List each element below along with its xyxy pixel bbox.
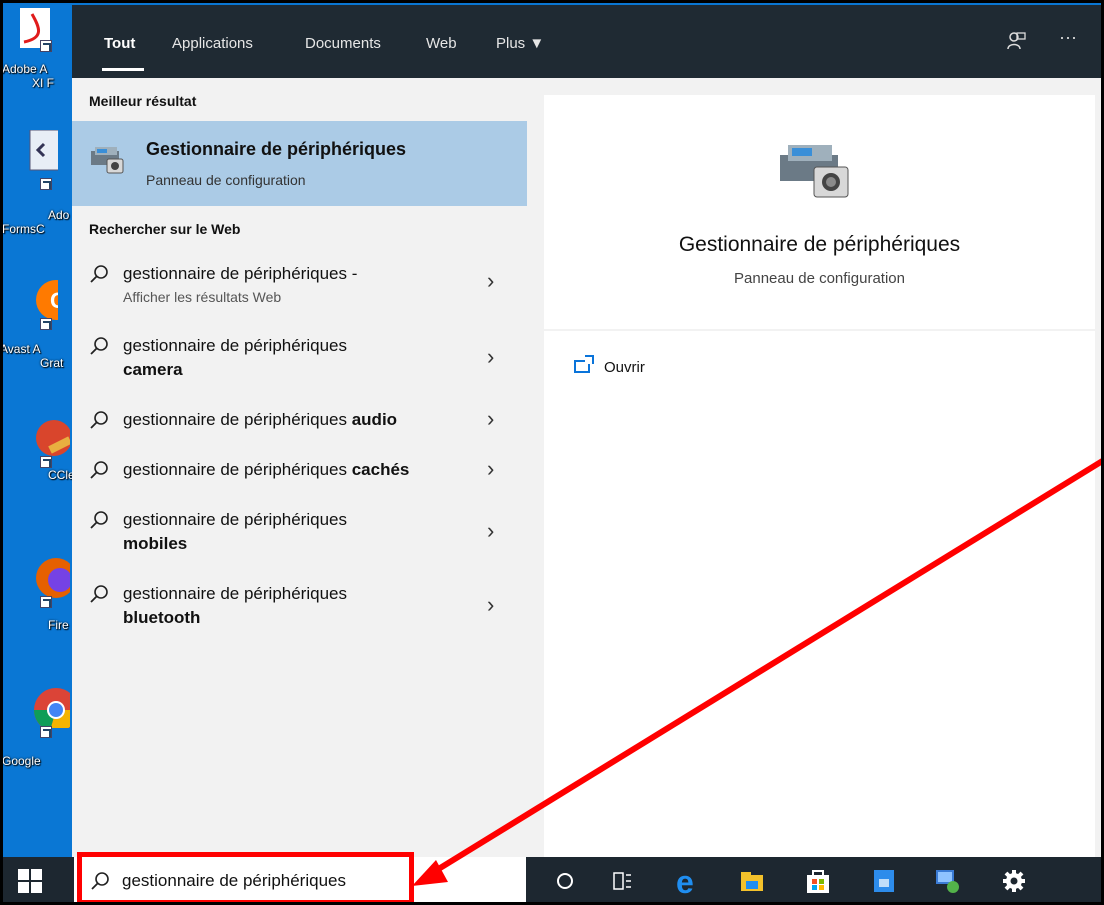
edge-icon[interactable]: e [674, 864, 702, 900]
avast-shortcut[interactable]: C Avast A Grat [0, 278, 76, 370]
adobe-forms-shortcut[interactable]: Ado FormsC [2, 129, 72, 236]
best-match-subtitle: Panneau de configuration [146, 172, 306, 188]
more-options-icon[interactable]: ··· [1059, 27, 1077, 48]
search-icon [89, 264, 109, 284]
preview-title: Gestionnaire de périphériques [678, 233, 961, 256]
open-icon [574, 355, 594, 373]
chevron-right-icon: › [487, 518, 495, 543]
tab-web[interactable]: Web [426, 35, 457, 52]
task-view-icon[interactable] [608, 867, 636, 895]
svg-text:C: C [50, 288, 58, 313]
search-icon [89, 336, 109, 356]
firefox-icon [10, 550, 76, 598]
web-result-text: gestionnaire de périphériques - [123, 264, 358, 283]
preview-subtitle: Panneau de configuration [734, 270, 905, 287]
results-list: Meilleur résultat Gestionnaire de périph… [72, 78, 527, 857]
taskbar-search-box[interactable] [74, 857, 526, 905]
web-result-bold-term: cachés [351, 460, 410, 479]
search-icon [89, 410, 109, 430]
shortcut-label: Avast A [0, 342, 41, 356]
network-app-icon[interactable] [933, 867, 961, 895]
settings-icon[interactable] [1000, 867, 1028, 895]
shortcut-label: Adobe A [2, 62, 48, 76]
shortcut-arrow-icon [40, 318, 52, 330]
web-search-header: Rechercher sur le Web [89, 221, 241, 237]
tab-more[interactable]: Plus ▼ [496, 35, 544, 52]
shortcut-label: Google [2, 754, 41, 768]
adobe-forms-icon [10, 129, 61, 178]
search-icon [89, 584, 109, 604]
svg-text:e: e [676, 867, 694, 895]
chrome-shortcut[interactable]: Google [2, 680, 78, 768]
search-icon [89, 460, 109, 480]
actions-card: Ouvrir [544, 331, 1095, 857]
chevron-right-icon: › [487, 592, 495, 617]
active-tab-indicator [102, 68, 144, 71]
open-action[interactable]: Ouvrir [574, 355, 645, 376]
shortcut-label: FormsC [2, 222, 45, 236]
store-icon[interactable] [804, 867, 832, 895]
web-result-bold-term: camera [123, 360, 183, 379]
search-icon [90, 871, 110, 891]
best-match-header: Meilleur résultat [89, 93, 197, 109]
chevron-right-icon: › [487, 268, 495, 293]
search-input[interactable] [122, 867, 502, 895]
shortcut-arrow-icon [40, 596, 52, 608]
chevron-right-icon: › [487, 406, 495, 431]
shortcut-arrow-icon [40, 726, 52, 738]
web-result-text: gestionnaire de périphériques [123, 584, 347, 603]
cortana-icon[interactable] [551, 867, 579, 895]
app-icon[interactable] [870, 867, 898, 895]
firefox-shortcut[interactable]: Fire [10, 550, 76, 632]
search-icon [89, 510, 109, 530]
chrome-icon [10, 680, 78, 732]
open-label: Ouvrir [604, 359, 645, 376]
web-result-text: gestionnaire de périphériques [123, 336, 347, 355]
ccleaner-shortcut[interactable]: CCle [10, 410, 75, 482]
adobe-reader-shortcut[interactable]: Adobe A XI F [2, 8, 72, 90]
taskbar: e [0, 857, 1104, 905]
best-match-result[interactable]: Gestionnaire de périphériques Panneau de… [72, 121, 527, 206]
shortcut-arrow-icon [40, 178, 52, 190]
web-result-subtext: Afficher les résultats Web [123, 289, 282, 305]
web-result-bold-term: bluetooth [123, 608, 201, 627]
tab-all[interactable]: Tout [104, 35, 135, 52]
feedback-icon[interactable] [1006, 31, 1026, 56]
web-result-bold-term: audio [351, 410, 398, 429]
shortcut-arrow-icon [40, 40, 52, 52]
web-result-text: gestionnaire de périphériques [123, 460, 352, 479]
preview-pane: Gestionnaire de périphériques Panneau de… [527, 78, 1104, 857]
search-panel: Tout Applications Documents Web Plus ▼ ·… [72, 5, 1104, 857]
shortcut-arrow-icon [40, 456, 52, 468]
web-result-text: gestionnaire de périphériques [123, 510, 347, 529]
windows-start-icon[interactable] [18, 869, 44, 895]
tab-documents[interactable]: Documents [305, 35, 381, 52]
search-filter-bar: Tout Applications Documents Web Plus ▼ ·… [72, 5, 1104, 78]
web-result-text: gestionnaire de périphériques [123, 410, 352, 429]
best-match-title: Gestionnaire de périphériques [146, 139, 407, 159]
device-manager-icon [89, 141, 129, 181]
tab-applications[interactable]: Applications [172, 35, 253, 52]
desktop: Adobe A XI F Ado FormsC C Avast A Grat C… [0, 0, 78, 857]
ccleaner-icon [10, 410, 72, 458]
preview-card: Gestionnaire de périphériques Panneau de… [544, 95, 1095, 329]
chevron-right-icon: › [487, 456, 495, 481]
device-manager-icon [774, 133, 858, 203]
file-explorer-icon[interactable] [738, 867, 766, 895]
chevron-right-icon: › [487, 344, 495, 369]
web-result-bold-term: mobiles [123, 534, 188, 553]
